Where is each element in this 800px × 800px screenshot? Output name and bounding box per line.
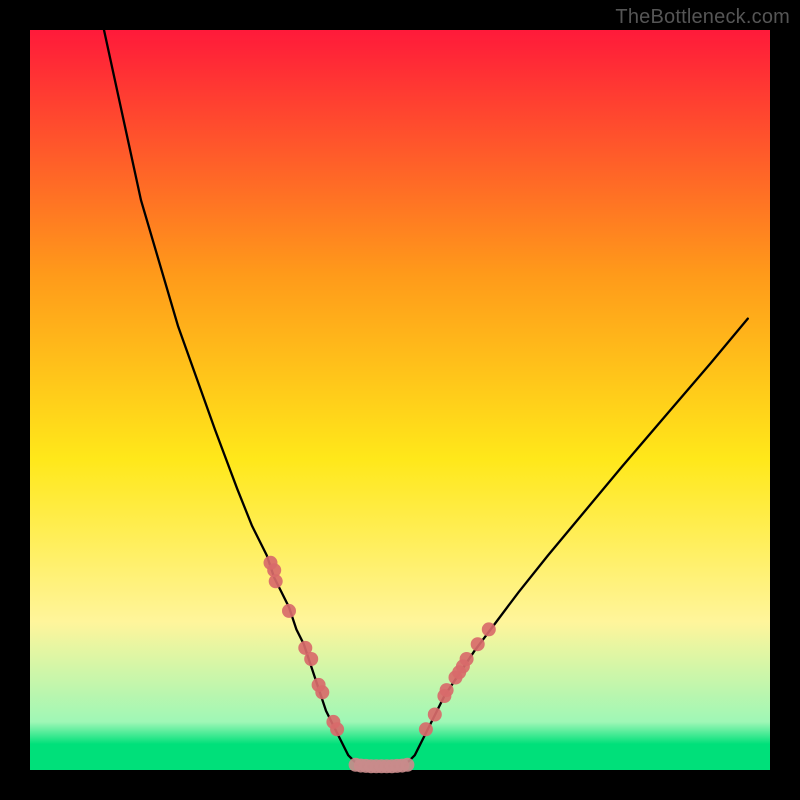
dot-left-cluster bbox=[330, 722, 344, 736]
dot-right-cluster bbox=[471, 637, 485, 651]
dot-left-cluster bbox=[304, 652, 318, 666]
dot-left-cluster bbox=[269, 574, 283, 588]
dot-right-cluster bbox=[419, 722, 433, 736]
gradient-background bbox=[30, 30, 770, 770]
dot-left-cluster bbox=[282, 604, 296, 618]
dot-right-cluster bbox=[482, 622, 496, 636]
dot-right-cluster bbox=[428, 708, 442, 722]
dot-right-cluster bbox=[440, 683, 454, 697]
chart-svg bbox=[0, 0, 800, 800]
dot-right-cluster bbox=[460, 652, 474, 666]
dot-bottom-bar bbox=[400, 758, 414, 772]
dot-left-cluster bbox=[315, 685, 329, 699]
